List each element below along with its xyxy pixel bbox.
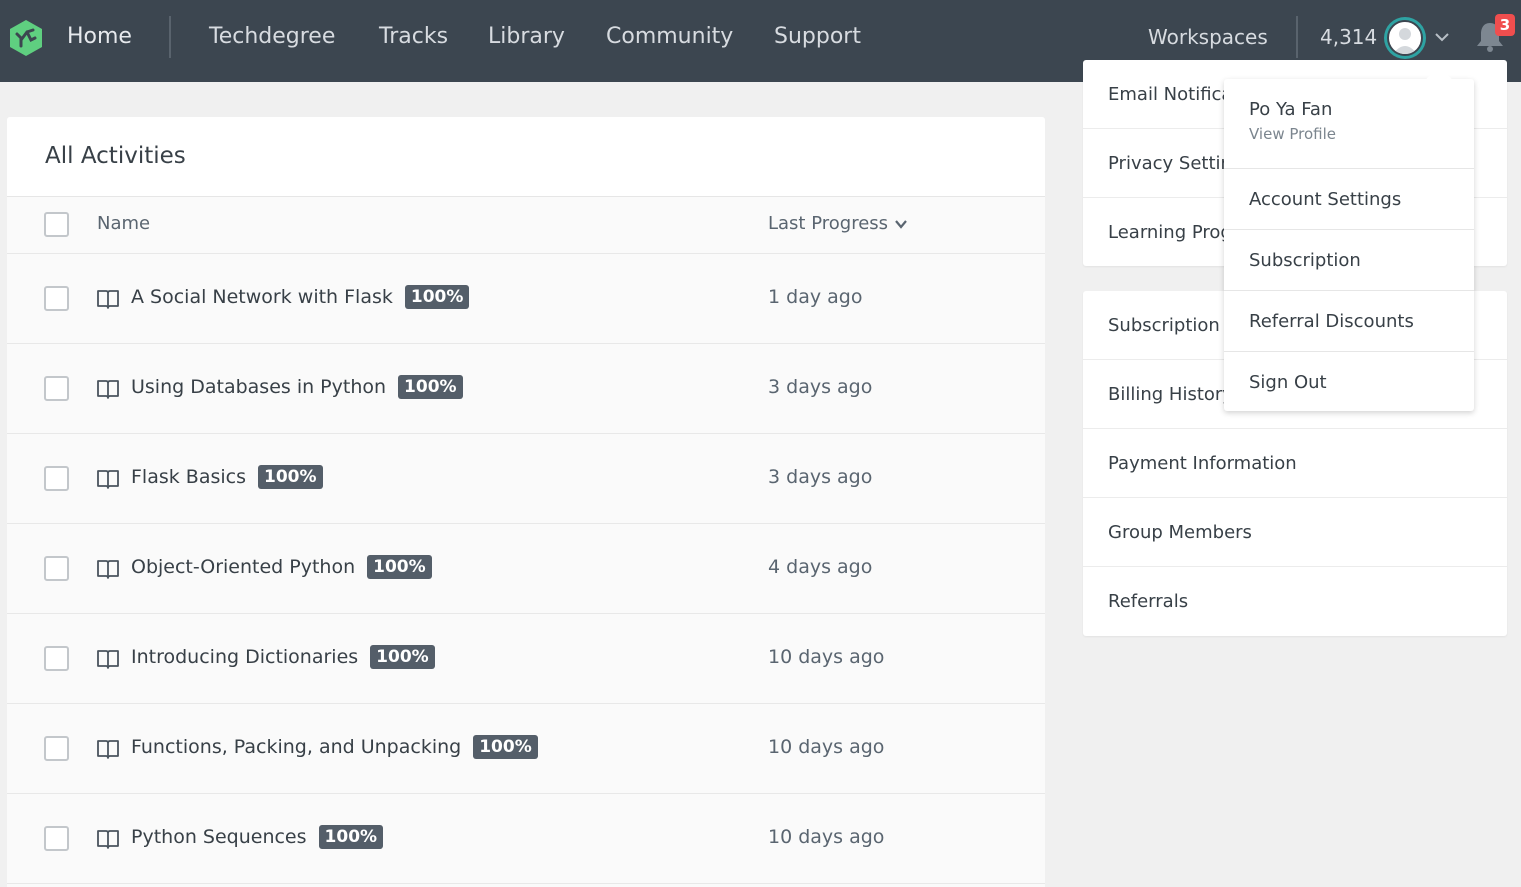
column-header-name[interactable]: Name <box>97 213 150 234</box>
sidebar-item-label: Referrals <box>1108 591 1189 612</box>
sidebar-item-payment-information[interactable]: Payment Information <box>1083 429 1507 498</box>
percent-badge: 100% <box>258 465 323 489</box>
avatar-user-icon <box>1387 20 1423 56</box>
activity-title[interactable]: A Social Network with Flask 100% <box>131 285 470 309</box>
sidebar-item-referrals[interactable]: Referrals <box>1083 567 1507 636</box>
last-progress-time: 10 days ago <box>768 826 885 848</box>
activity-name: Object-Oriented Python <box>131 556 356 578</box>
sidebar-item-label: Subscription <box>1108 314 1220 336</box>
menu-item-account-settings[interactable]: Account Settings <box>1224 169 1474 230</box>
menu-item-subscription[interactable]: Subscription <box>1224 230 1474 291</box>
sidebar-item-group-members[interactable]: Group Members <box>1083 498 1507 567</box>
row-checkbox[interactable] <box>44 826 69 851</box>
select-all-checkbox[interactable] <box>44 212 69 237</box>
percent-badge: 100% <box>370 645 435 669</box>
last-progress-time: 1 day ago <box>768 286 863 308</box>
table-row[interactable]: Using Databases in Python 100% 3 days ago <box>7 344 1045 434</box>
chevron-down-icon[interactable] <box>1433 28 1451 46</box>
activity-title[interactable]: Python Sequences 100% <box>131 825 384 849</box>
row-checkbox[interactable] <box>44 556 69 581</box>
book-icon <box>97 650 119 669</box>
activity-title[interactable]: Using Databases in Python 100% <box>131 375 463 399</box>
user-name: Po Ya Fan <box>1249 99 1333 120</box>
table-row[interactable]: Flask Basics 100% 3 days ago <box>7 434 1045 524</box>
last-progress-time: 10 days ago <box>768 646 885 668</box>
sidebar-item-label: Group Members <box>1108 521 1252 543</box>
points-count[interactable]: 4,314 <box>1320 22 1377 52</box>
book-icon <box>97 560 119 579</box>
nav-library-link[interactable]: Library <box>488 22 565 52</box>
menu-item-sign-out[interactable]: Sign Out <box>1224 352 1474 413</box>
sidebar-item-label: Payment Information <box>1108 452 1297 474</box>
book-icon <box>97 830 119 849</box>
activity-name: Flask Basics <box>131 466 246 488</box>
column-header-label: Last Progress <box>768 213 889 234</box>
table-row[interactable]: Python Sequences 100% 10 days ago <box>7 794 1045 884</box>
activity-title[interactable]: Flask Basics 100% <box>131 465 323 489</box>
notification-badge: 3 <box>1495 14 1515 36</box>
view-profile-link[interactable]: View Profile <box>1249 125 1449 143</box>
nav-home-link[interactable]: Home <box>67 22 132 52</box>
nav-techdegree-link[interactable]: Techdegree <box>209 22 335 52</box>
nav-divider <box>1296 16 1298 58</box>
last-progress-time: 4 days ago <box>768 556 873 578</box>
dropdown-profile[interactable]: Po Ya Fan View Profile <box>1224 79 1474 169</box>
activity-name: Python Sequences <box>131 826 307 848</box>
sidebar-item-label: Billing History <box>1108 383 1233 405</box>
nav-workspaces-link[interactable]: Workspaces <box>1148 22 1268 52</box>
row-checkbox[interactable] <box>44 646 69 671</box>
book-icon <box>97 740 119 759</box>
book-icon <box>97 380 119 399</box>
treehouse-logo-icon[interactable] <box>6 18 46 58</box>
row-checkbox[interactable] <box>44 376 69 401</box>
table-row[interactable]: Introducing Dictionaries 100% 10 days ago <box>7 614 1045 704</box>
book-icon <box>97 470 119 489</box>
percent-badge: 100% <box>318 825 384 849</box>
table-row[interactable]: Object-Oriented Python 100% 4 days ago <box>7 524 1045 614</box>
table-row[interactable]: Functions, Packing, and Unpacking 100% 10… <box>7 704 1045 794</box>
activity-name: Using Databases in Python <box>131 376 387 398</box>
nav-support-link[interactable]: Support <box>774 22 861 52</box>
nav-divider <box>169 16 171 58</box>
activity-title[interactable]: Functions, Packing, and Unpacking 100% <box>131 735 538 759</box>
activity-name: A Social Network with Flask <box>131 286 393 308</box>
last-progress-time: 10 days ago <box>768 736 885 758</box>
avatar[interactable] <box>1384 17 1426 59</box>
row-checkbox[interactable] <box>44 736 69 761</box>
activities-card: All Activities Name Last Progress A Soci… <box>7 117 1045 887</box>
activity-title[interactable]: Object-Oriented Python 100% <box>131 555 432 579</box>
activity-title[interactable]: Introducing Dictionaries 100% <box>131 645 435 669</box>
page-title: All Activities <box>45 143 186 169</box>
last-progress-time: 3 days ago <box>768 466 873 488</box>
row-checkbox[interactable] <box>44 286 69 311</box>
percent-badge: 100% <box>473 735 538 759</box>
account-dropdown: Po Ya Fan View Profile Account Settings … <box>1224 66 1474 413</box>
activity-name: Introducing Dictionaries <box>131 646 359 668</box>
book-icon <box>97 290 119 309</box>
column-header-last-progress[interactable]: Last Progress <box>768 213 908 234</box>
percent-badge: 100% <box>404 285 470 309</box>
row-checkbox[interactable] <box>44 466 69 491</box>
percent-badge: 100% <box>367 555 432 579</box>
table-header-row: Name Last Progress <box>7 197 1045 254</box>
activity-name: Functions, Packing, and Unpacking <box>131 736 462 758</box>
chevron-down-icon <box>895 220 907 229</box>
percent-badge: 100% <box>398 375 463 399</box>
nav-community-link[interactable]: Community <box>606 22 733 52</box>
menu-item-referral-discounts[interactable]: Referral Discounts <box>1224 291 1474 352</box>
table-row[interactable]: A Social Network with Flask 100% 1 day ag… <box>7 254 1045 344</box>
card-header: All Activities <box>7 117 1045 197</box>
nav-tracks-link[interactable]: Tracks <box>379 22 448 52</box>
last-progress-time: 3 days ago <box>768 376 873 398</box>
